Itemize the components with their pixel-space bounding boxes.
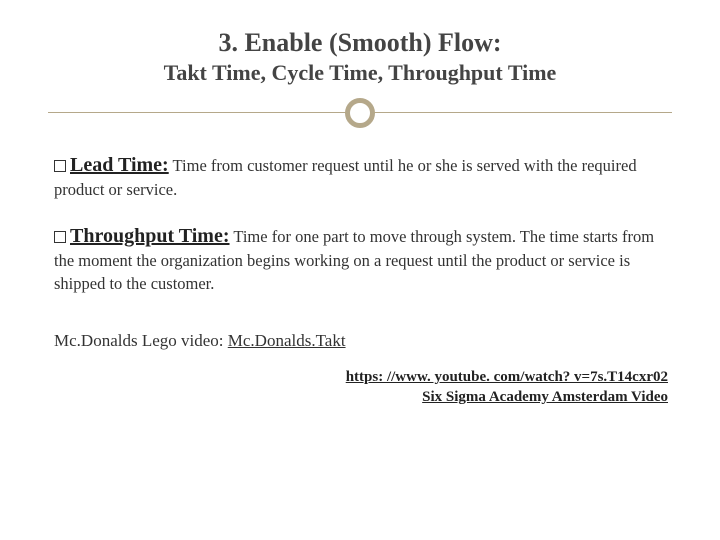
divider-circle-icon (345, 98, 375, 128)
video-reference: Mc.Donalds Lego video: Mc.Donalds.Takt (54, 331, 672, 351)
slide: 3. Enable (Smooth) Flow: Takt Time, Cycl… (0, 0, 720, 540)
list-item: Lead Time: Time from customer request un… (54, 152, 672, 201)
title-block: 3. Enable (Smooth) Flow: Takt Time, Cycl… (48, 28, 672, 86)
square-bullet-icon (54, 231, 66, 243)
content-block: Lead Time: Time from customer request un… (48, 152, 672, 407)
footer-links: https: //www. youtube. com/watch? v=7s.T… (54, 367, 672, 408)
video-prefix: Mc.Donalds Lego video: (54, 331, 228, 350)
square-bullet-icon (54, 160, 66, 172)
slide-subtitle: Takt Time, Cycle Time, Throughput Time (48, 60, 672, 86)
slide-title: 3. Enable (Smooth) Flow: (48, 28, 672, 58)
term-label: Throughput Time: (70, 225, 230, 247)
divider (48, 94, 672, 134)
term-label: Lead Time: (70, 154, 169, 176)
footer-url-link[interactable]: https: //www. youtube. com/watch? v=7s.T… (346, 369, 668, 385)
footer-label-link[interactable]: Six Sigma Academy Amsterdam Video (54, 387, 668, 407)
video-link[interactable]: Mc.Donalds.Takt (228, 331, 346, 350)
list-item: Throughput Time: Time for one part to mo… (54, 223, 672, 295)
